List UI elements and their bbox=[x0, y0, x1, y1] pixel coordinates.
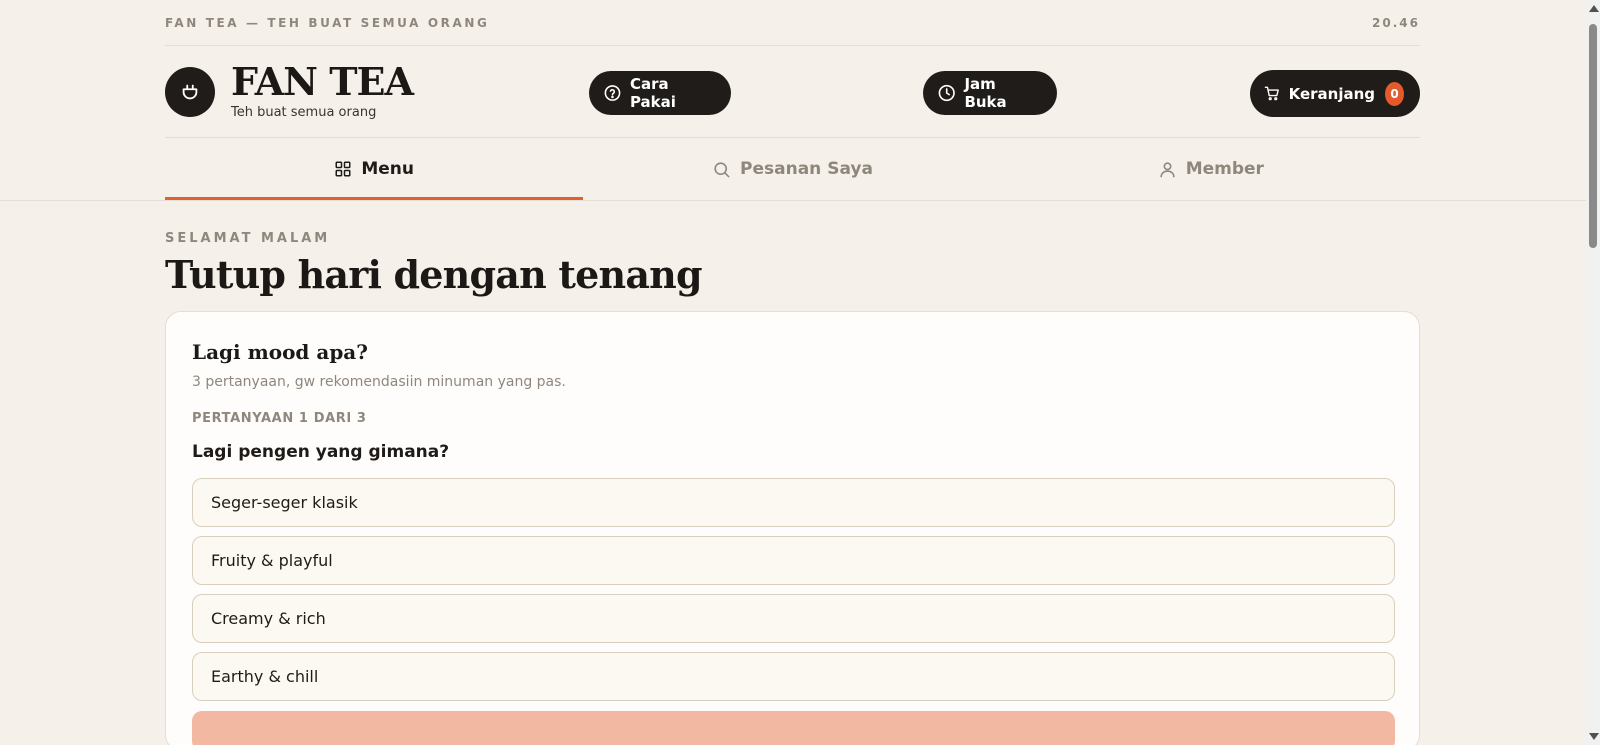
brand-name: FAN TEA bbox=[231, 59, 414, 104]
brand[interactable]: FAN TEA Teh buat semua orang bbox=[165, 59, 414, 120]
scrollbar[interactable] bbox=[1586, 0, 1600, 745]
main-tabs: Menu Pesanan Saya Member bbox=[165, 138, 1420, 200]
tab-member-label: Member bbox=[1185, 159, 1264, 179]
scroll-down-arrow[interactable] bbox=[1589, 733, 1599, 740]
clock-icon bbox=[938, 84, 955, 102]
cart-button-label: Keranjang bbox=[1288, 84, 1376, 103]
help-button-label: Cara Pakai bbox=[629, 75, 676, 111]
top-tagline: FAN TEA — TEH BUAT SEMUA ORANG bbox=[165, 15, 490, 30]
quiz-option[interactable]: Seger-seger klasik bbox=[192, 478, 1395, 527]
brand-tagline: Teh buat semua orang bbox=[231, 105, 377, 120]
mood-quiz-card: Lagi mood apa? 3 pertanyaan, gw rekomend… bbox=[165, 311, 1420, 745]
scroll-thumb[interactable] bbox=[1589, 24, 1597, 248]
tab-orders[interactable]: Pesanan Saya bbox=[583, 138, 1001, 200]
question-circle-icon bbox=[604, 85, 621, 101]
grid-icon bbox=[335, 161, 351, 177]
quiz-option[interactable]: Earthy & chill bbox=[192, 652, 1395, 701]
cart-icon bbox=[1264, 86, 1279, 101]
page-container: FAN TEA — TEH BUAT SEMUA ORANG 20.46 FAN… bbox=[165, 0, 1420, 745]
greeting-kicker: SELAMAT MALAM bbox=[165, 231, 331, 246]
quiz-title: Lagi mood apa? bbox=[192, 340, 368, 364]
greeting-title: Tutup hari dengan tenang bbox=[165, 252, 703, 297]
help-button[interactable]: Cara Pakai bbox=[589, 71, 731, 115]
tab-orders-label: Pesanan Saya bbox=[740, 159, 873, 179]
cart-button[interactable]: Keranjang 0 bbox=[1250, 70, 1420, 117]
tab-menu[interactable]: Menu bbox=[165, 138, 584, 200]
header: FAN TEA Teh buat semua orang Cara Pakai … bbox=[165, 46, 1420, 138]
quiz-subtitle: 3 pertanyaan, gw rekomendasiin minuman y… bbox=[192, 374, 566, 390]
cup-icon bbox=[165, 66, 215, 117]
tab-menu-label: Menu bbox=[361, 159, 414, 179]
scroll-up-arrow[interactable] bbox=[1589, 5, 1599, 12]
quiz-option[interactable]: Creamy & rich bbox=[192, 594, 1395, 643]
quiz-options: Seger-seger klasik Fruity & playful Crea… bbox=[192, 478, 1395, 701]
search-icon bbox=[714, 161, 730, 177]
top-strip: FAN TEA — TEH BUAT SEMUA ORANG 20.46 bbox=[165, 0, 1420, 46]
clock-time: 20.46 bbox=[1372, 15, 1420, 30]
cart-count-badge: 0 bbox=[1385, 81, 1404, 106]
hours-button-label: Jam Buka bbox=[964, 75, 1007, 111]
quiz-option[interactable]: Fruity & playful bbox=[192, 536, 1395, 585]
quiz-progress: PERTANYAAN 1 DARI 3 bbox=[192, 411, 367, 426]
user-icon bbox=[1160, 161, 1175, 177]
tab-member[interactable]: Member bbox=[1002, 138, 1420, 200]
quiz-question: Lagi pengen yang gimana? bbox=[192, 442, 450, 462]
quiz-next-button[interactable] bbox=[192, 711, 1395, 745]
hours-button[interactable]: Jam Buka bbox=[923, 71, 1057, 115]
